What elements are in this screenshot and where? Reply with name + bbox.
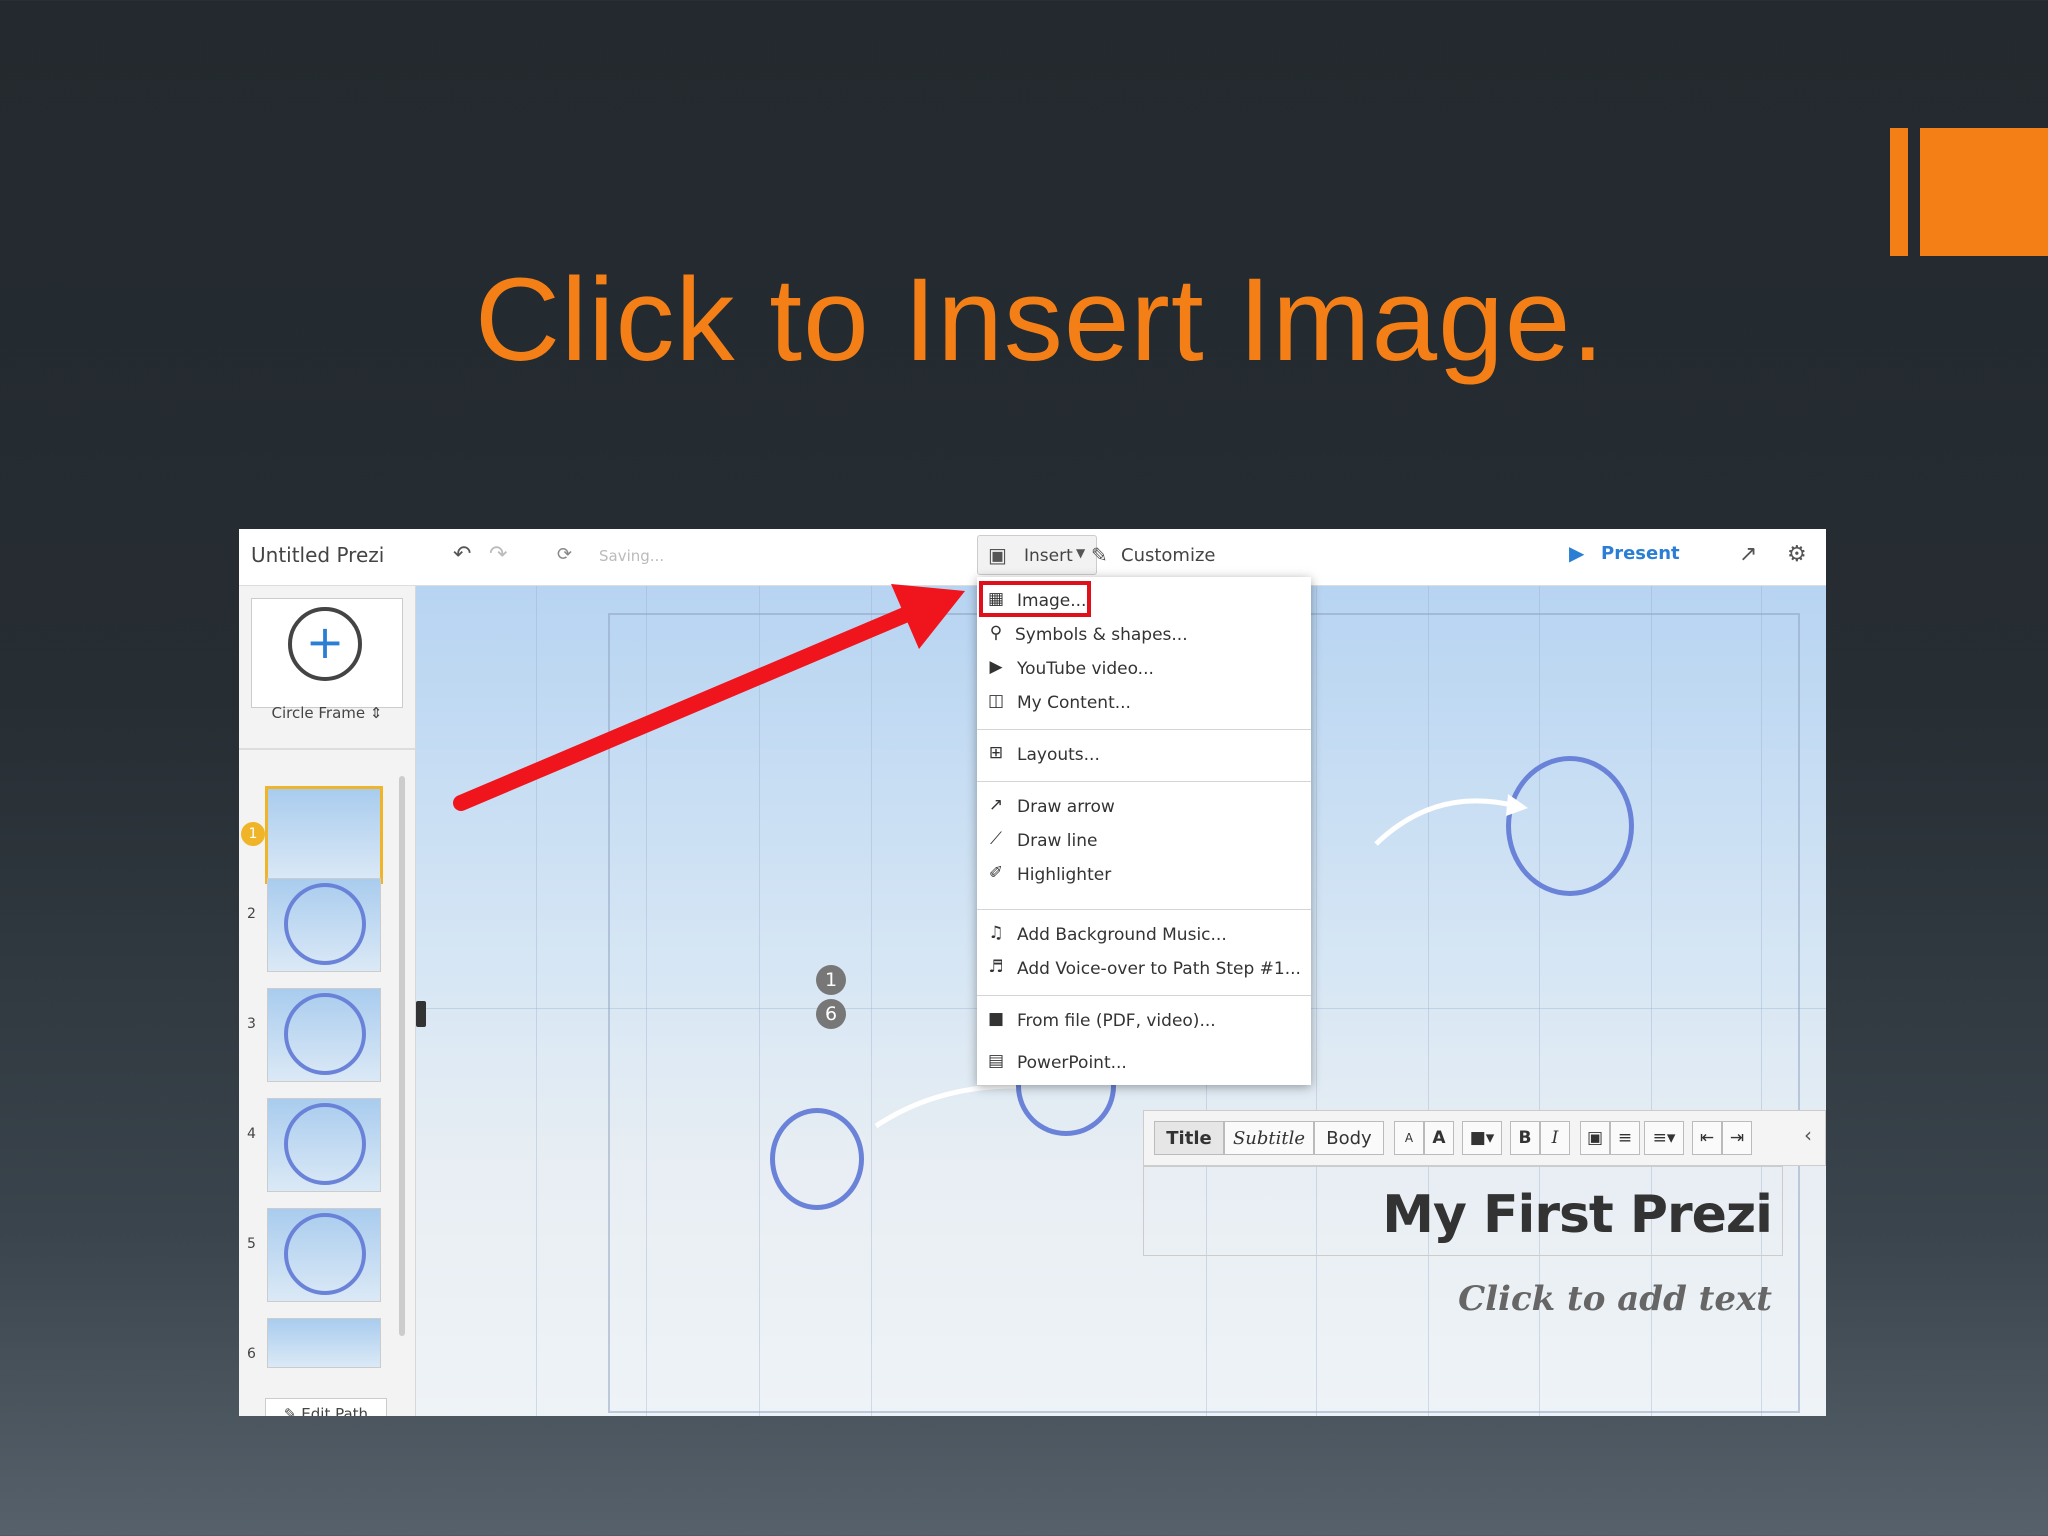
- red-annotation-arrow: [453, 584, 965, 811]
- prezi-screenshot: Untitled Prezi ↶ ↷ ⟳ Saving... ▣ Insert …: [239, 529, 1826, 1416]
- accent-bar-thin: [1890, 128, 1908, 256]
- accent-block: [1920, 128, 2048, 256]
- slide-title: Click to Insert Image.: [474, 254, 1606, 386]
